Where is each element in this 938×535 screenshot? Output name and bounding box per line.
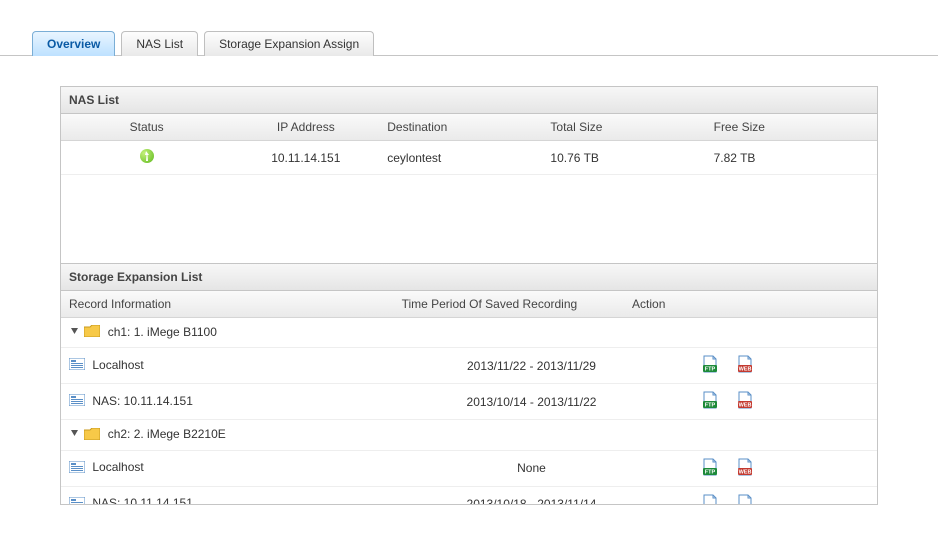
tab-overview[interactable]: Overview xyxy=(32,31,115,56)
svg-text:FTP: FTP xyxy=(705,367,716,373)
col-total[interactable]: Total Size xyxy=(542,114,705,141)
item-period: 2013/11/22 - 2013/11/29 xyxy=(370,348,693,384)
tree-group-row[interactable]: ch1: 1. iMege B1100 xyxy=(61,318,877,348)
web-action-icon[interactable]: WEB xyxy=(736,355,754,376)
server-icon xyxy=(69,358,85,373)
server-icon xyxy=(69,497,85,504)
tree-item-row[interactable]: NAS: 10.11.14.151 2013/10/18 - 2013/11/1… xyxy=(61,486,877,504)
svg-text:FTP: FTP xyxy=(705,469,716,475)
table-row[interactable]: 10.11.14.151 ceylontest 10.76 TB 7.82 TB xyxy=(61,141,877,175)
col-dest[interactable]: Destination xyxy=(379,114,542,141)
group-label: ch1: 1. iMege B1100 xyxy=(108,325,217,339)
svg-text:WEB: WEB xyxy=(739,367,752,373)
item-label: NAS: 10.11.14.151 xyxy=(92,394,193,408)
tab-storage-assign[interactable]: Storage Expansion Assign xyxy=(204,31,374,56)
tab-bar: Overview NAS List Storage Expansion Assi… xyxy=(0,0,938,56)
col-action[interactable]: Action xyxy=(624,291,877,318)
web-action-icon[interactable]: WEB xyxy=(736,391,754,412)
col-status[interactable]: Status xyxy=(61,114,232,141)
exp-scroll-area[interactable]: ch1: 1. iMege B1100 Localhost 2013/11/22… xyxy=(61,318,877,504)
nas-list-panel: NAS List Status IP Address Destination T… xyxy=(60,86,878,264)
col-record[interactable]: Record Information xyxy=(61,291,355,318)
web-action-icon[interactable]: WEB xyxy=(736,458,754,479)
tree-item-row[interactable]: NAS: 10.11.14.151 2013/10/14 - 2013/11/2… xyxy=(61,384,877,420)
storage-expansion-panel: Storage Expansion List Record Informatio… xyxy=(60,264,878,505)
col-ip[interactable]: IP Address xyxy=(232,114,379,141)
ip-cell: 10.11.14.151 xyxy=(232,141,379,175)
col-free[interactable]: Free Size xyxy=(706,114,877,141)
folder-icon xyxy=(84,428,100,443)
exp-table: Record Information Time Period Of Saved … xyxy=(61,291,877,318)
col-period[interactable]: Time Period Of Saved Recording xyxy=(355,291,624,318)
tree-group-row[interactable]: ch2: 2. iMege B2210E xyxy=(61,420,877,450)
collapse-icon[interactable] xyxy=(69,427,79,441)
tree-item-row[interactable]: Localhost None FTP WEB xyxy=(61,450,877,486)
ftp-action-icon[interactable]: FTP xyxy=(701,458,719,479)
dest-cell: ceylontest xyxy=(379,141,542,175)
ftp-action-icon[interactable]: FTP xyxy=(701,355,719,376)
web-action-icon[interactable]: WEB xyxy=(736,494,754,504)
tree-item-row[interactable]: Localhost 2013/11/22 - 2013/11/29 FTP WE… xyxy=(61,348,877,384)
item-label: NAS: 10.11.14.151 xyxy=(92,496,193,504)
group-label: ch2: 2. iMege B2210E xyxy=(108,427,226,441)
server-icon xyxy=(69,461,85,476)
svg-text:WEB: WEB xyxy=(739,469,752,475)
nas-list-title: NAS List xyxy=(61,87,877,114)
status-cell xyxy=(61,141,232,175)
collapse-icon[interactable] xyxy=(69,325,79,339)
item-label: Localhost xyxy=(92,358,143,372)
ftp-action-icon[interactable]: FTP xyxy=(701,494,719,504)
nas-table: Status IP Address Destination Total Size… xyxy=(61,114,877,141)
item-label: Localhost xyxy=(92,460,143,474)
storage-expansion-title: Storage Expansion List xyxy=(61,264,877,291)
item-period: 2013/10/18 - 2013/11/14 xyxy=(370,486,693,504)
folder-icon xyxy=(84,325,100,340)
svg-text:WEB: WEB xyxy=(739,403,752,409)
ftp-action-icon[interactable]: FTP xyxy=(701,391,719,412)
item-period: None xyxy=(370,450,693,486)
free-cell: 7.82 TB xyxy=(706,141,877,175)
tab-nas-list[interactable]: NAS List xyxy=(121,31,198,56)
status-ok-icon xyxy=(140,149,154,163)
total-cell: 10.76 TB xyxy=(542,141,705,175)
svg-text:FTP: FTP xyxy=(705,403,716,409)
item-period: 2013/10/14 - 2013/11/22 xyxy=(370,384,693,420)
server-icon xyxy=(69,394,85,409)
